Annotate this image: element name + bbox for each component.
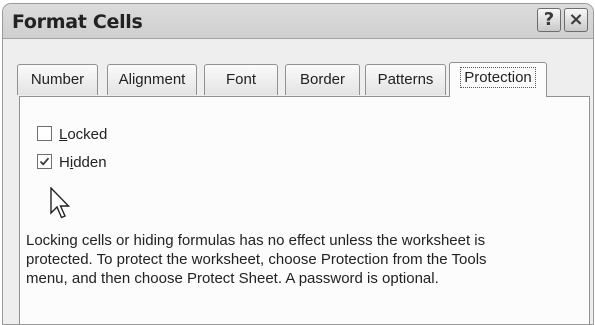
tab-patterns-label: Patterns <box>377 71 434 88</box>
protection-note: Locking cells or hiding formulas has no … <box>26 232 487 287</box>
tab-protection-label: Protection <box>460 67 536 88</box>
tab-alignment-label: Alignment <box>118 71 186 88</box>
tab-border-label: Border <box>299 71 346 88</box>
question-mark-icon: ? <box>543 9 555 30</box>
hidden-label: Hidden <box>59 153 107 172</box>
protection-panel: Locked Hidden Locking cells or hiding fo… <box>19 96 590 324</box>
tab-number-label: Number <box>30 71 85 88</box>
locked-label-post: ocked <box>67 126 108 143</box>
close-button[interactable]: × <box>564 8 588 32</box>
help-button[interactable]: ? <box>537 8 561 32</box>
hidden-label-pre: H <box>59 154 70 171</box>
hidden-label-post: dden <box>73 154 107 171</box>
checkmark-icon <box>39 157 50 166</box>
tab-border[interactable]: Border <box>285 64 360 95</box>
locked-label: Locked <box>59 125 107 144</box>
tab-font[interactable]: Font <box>204 64 278 95</box>
tab-number[interactable]: Number <box>17 64 98 95</box>
hidden-checkbox[interactable] <box>37 154 52 169</box>
tab-patterns[interactable]: Patterns <box>365 64 446 95</box>
arrow-cursor-icon <box>50 187 71 219</box>
title-bar[interactable]: Format Cells ? × <box>3 4 593 39</box>
tab-alignment[interactable]: Alignment <box>107 64 197 95</box>
tab-protection[interactable]: Protection <box>449 62 547 97</box>
tab-font-label: Font <box>225 71 256 88</box>
locked-checkbox[interactable] <box>37 126 52 141</box>
close-icon: × <box>568 9 584 30</box>
format-cells-dialog: Format Cells ? × Number Alignment Font B… <box>2 3 594 325</box>
dialog-title: Format Cells <box>12 11 143 33</box>
